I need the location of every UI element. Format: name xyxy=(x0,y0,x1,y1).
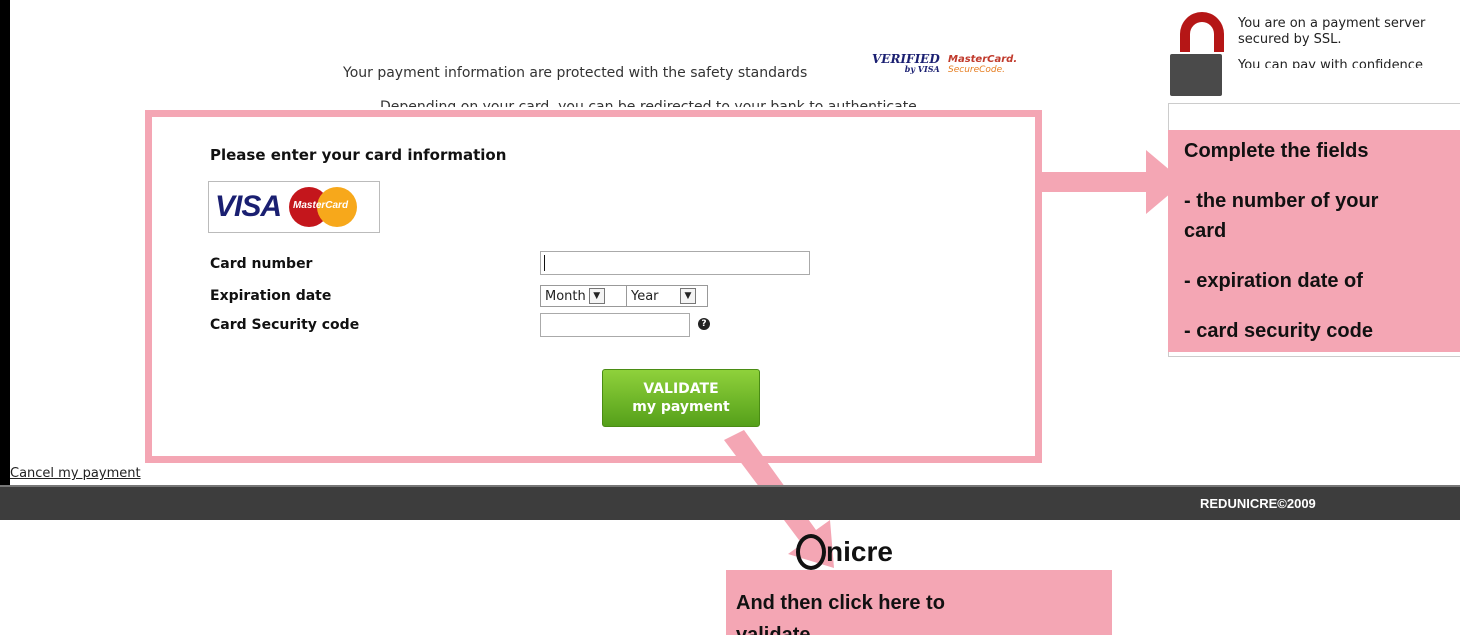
redirect-notice: Depending on your card, you can be redir… xyxy=(380,99,917,107)
left-black-edge xyxy=(0,0,10,518)
validate-payment-button[interactable]: VALIDATE my payment xyxy=(602,369,760,427)
cancel-payment-link[interactable]: Cancel my payment xyxy=(10,466,141,481)
year-value: Year xyxy=(631,288,659,304)
validate-button-line1: VALIDATE xyxy=(643,381,719,397)
footer-copyright: REDUNICRE©2009 xyxy=(1200,496,1316,511)
chevron-down-icon: ▼ xyxy=(588,288,605,304)
callout-item-card-number: - the number of your xyxy=(1184,190,1379,212)
validate-button-line2: my payment xyxy=(632,399,730,415)
ssl-notice-line2: secured by SSL. xyxy=(1238,32,1342,47)
unicre-logo-text: nicre xyxy=(826,536,893,567)
card-number-input[interactable] xyxy=(540,251,810,275)
callout-validate-text-cut: validate xyxy=(736,624,811,635)
mastercard-logo: MasterCard xyxy=(287,185,359,229)
month-value: Month xyxy=(545,288,586,304)
callout-item-card-number-cont: card xyxy=(1184,220,1227,242)
verified-by-visa-logo: VERIFIED by VISA xyxy=(872,53,940,74)
text-caret xyxy=(544,255,545,271)
unicre-logo-mark: U xyxy=(796,534,826,570)
callout-item-expiration: - expiration date of xyxy=(1184,270,1363,292)
callout-validate-text: And then click here to xyxy=(736,592,945,614)
expiration-month-select[interactable]: Month ▼ xyxy=(540,285,628,307)
lock-icon xyxy=(1170,54,1222,96)
chevron-down-icon: ▼ xyxy=(680,288,696,304)
expiration-date-label: Expiration date xyxy=(210,288,332,304)
card-number-label: Card number xyxy=(210,256,313,272)
callout-heading: Complete the fields xyxy=(1184,140,1369,162)
ssl-notice-line1: You are on a payment server xyxy=(1238,16,1426,31)
visa-logo: VISA xyxy=(215,190,282,223)
security-code-input[interactable] xyxy=(540,313,690,337)
question-icon[interactable]: ? xyxy=(698,318,710,330)
mastercard-securecode-sub: SecureCode. xyxy=(948,65,1006,75)
instruction-callout-fields: Complete the fields - the number of your… xyxy=(1168,130,1460,352)
annotation-arrow-right xyxy=(1036,150,1184,214)
mastercard-securecode-text: MasterCard. xyxy=(948,54,1018,65)
accepted-cards-logos: VISA MasterCard xyxy=(208,181,380,233)
instruction-callout-validate: And then click here to validate xyxy=(726,570,1112,635)
security-code-label: Card Security code xyxy=(210,317,360,333)
expiration-year-select[interactable]: Year ▼ xyxy=(626,285,708,307)
ssl-notice-line3: You can pay with confidence xyxy=(1238,58,1423,68)
unicre-logo: U nicre xyxy=(796,534,893,570)
footer-bar: REDUNICRE©2009 xyxy=(0,485,1460,520)
protection-notice: Your payment information are protected w… xyxy=(343,65,808,81)
lock-shackle-icon xyxy=(1180,12,1224,52)
callout-item-security-code: - card security code xyxy=(1184,320,1373,342)
form-title: Please enter your card information xyxy=(210,146,507,164)
mastercard-securecode-logo: MasterCard. SecureCode. xyxy=(948,54,1018,76)
mastercard-logo-text: MasterCard xyxy=(293,200,349,211)
